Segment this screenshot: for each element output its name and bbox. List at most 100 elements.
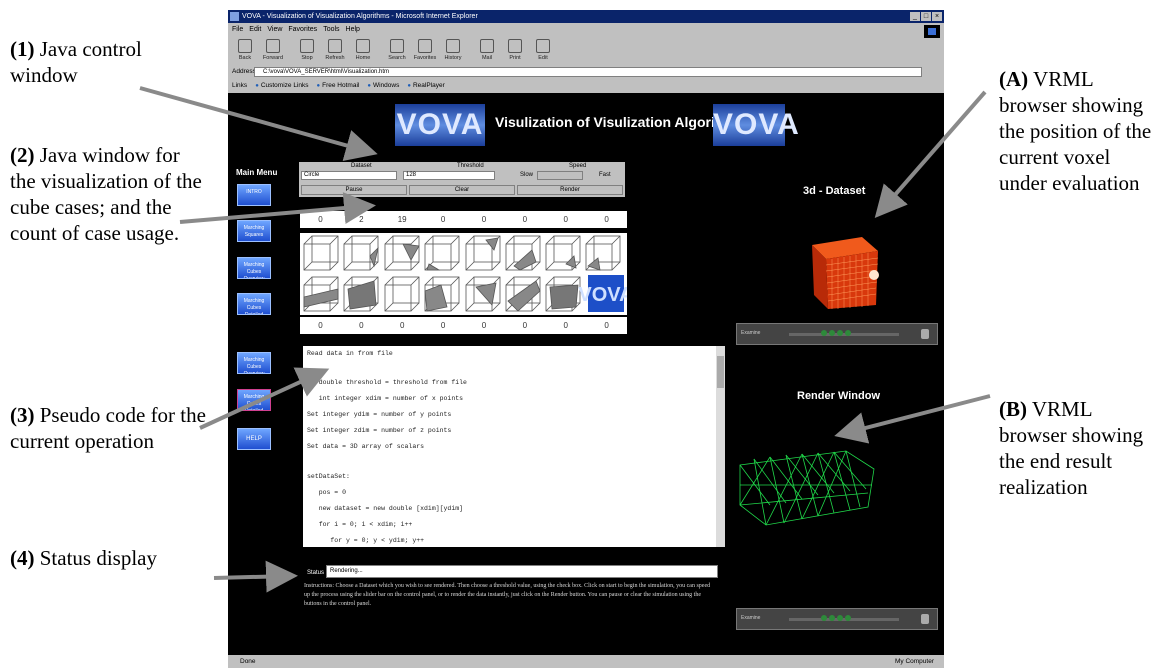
render-mesh (739, 450, 875, 526)
vrml-dataset-title: 3d - Dataset (803, 185, 866, 197)
vrml-nav-bar-bottom[interactable]: Examine (736, 608, 938, 630)
toolbar: Back Forward Stop Refresh Home Search Fa… (228, 36, 944, 64)
code-scrollbar[interactable] (716, 346, 725, 547)
forward-button[interactable]: Forward (260, 36, 286, 64)
annotation-a: (A) VRML browser showing the position of… (999, 66, 1154, 196)
instructions-text: Instructions: Choose a Dataset which you… (304, 583, 711, 607)
print-button[interactable]: Print (502, 36, 528, 64)
render-button[interactable]: Render (517, 185, 623, 195)
vrml-dataset-view[interactable] (806, 231, 888, 311)
menu-marching-squares-button[interactable]: Marching Squares (237, 220, 271, 242)
home-button[interactable]: Home (350, 36, 376, 64)
cube-case-icon (545, 235, 581, 271)
menu-file[interactable]: File (232, 24, 243, 35)
vova-logo-right: VOVA (713, 104, 799, 146)
pause-button[interactable]: Pause (301, 185, 407, 195)
link-windows[interactable]: Windows (367, 80, 399, 91)
menu-cubes-overview-2-button[interactable]: Marching Cubes Overview (237, 352, 271, 374)
case-count: 0 (440, 321, 446, 330)
vrml-nav-knob[interactable] (921, 614, 929, 624)
refresh-icon (328, 39, 342, 53)
fast-label: Fast (599, 172, 611, 178)
case-count: 0 (359, 321, 364, 330)
annotation-a-letter: (A) (999, 67, 1029, 91)
annotation-b-letter: (B) (999, 397, 1027, 421)
cube-case-icon (303, 235, 339, 271)
annotation-2-number: (2) (10, 143, 35, 167)
menu-cubes-detailed-button[interactable]: Marching Cubes Detailed (237, 293, 271, 315)
title-bar: VOVA - Visualization of Visualization Al… (228, 10, 944, 23)
minimize-button[interactable]: _ (910, 12, 920, 21)
code-line: new dataset = new double [xdim][ydim] (307, 505, 464, 512)
maximize-button[interactable]: □ (921, 12, 931, 21)
address-input[interactable]: C:\vova\VOVA_SERVER\html\Visualization.h… (254, 67, 922, 77)
cube-case-icon (545, 276, 581, 312)
back-icon (238, 39, 252, 53)
link-customize[interactable]: Customize Links (255, 80, 309, 91)
threshold-select[interactable]: 128 (403, 171, 495, 180)
case-count-row-top: 0 2 19 0 0 0 0 0 (300, 211, 627, 228)
menu-edit[interactable]: Edit (249, 24, 261, 35)
annotation-2: (2) Java window for the visualization of… (10, 142, 210, 246)
annotation-4: (4) Status display (10, 545, 225, 571)
links-bar: Links Customize Links Free Hotmail Windo… (228, 80, 944, 91)
java-control-panel: Dataset Threshold Speed Circle 128 Slow … (299, 162, 625, 197)
close-button[interactable]: × (932, 12, 942, 21)
history-icon (446, 39, 460, 53)
history-button[interactable]: History (440, 36, 466, 64)
back-button[interactable]: Back (232, 36, 258, 64)
vrml-nav-knob[interactable] (921, 329, 929, 339)
edit-button[interactable]: Edit (530, 36, 556, 64)
case-count: 19 (397, 215, 407, 224)
menu-cubes-detailed-2-button[interactable]: Marching Cubes Detailed (237, 389, 271, 411)
annotation-3-text: Pseudo code for the current operation (10, 403, 206, 453)
case-count: 0 (604, 215, 609, 224)
annotation-4-text: Status display (39, 546, 158, 570)
render-window-view[interactable] (736, 445, 878, 533)
mail-icon (480, 39, 494, 53)
case-count-row-bottom: 0 0 0 0 0 0 0 0 (300, 317, 627, 334)
vrml-nav-bar-top[interactable]: Examine (736, 323, 938, 345)
menu-cubes-overview-button[interactable]: Marching Cubes Overview (237, 257, 271, 279)
search-button[interactable]: Search (384, 36, 410, 64)
annotation-b: (B) VRML browser showing the end result … (999, 396, 1149, 500)
case-count: 0 (563, 215, 568, 224)
speed-slider[interactable] (537, 171, 583, 180)
favorites-icon (418, 39, 432, 53)
menu-help[interactable]: Help (346, 24, 360, 35)
menu-help-button[interactable]: HELP (237, 428, 271, 450)
forward-icon (266, 39, 280, 53)
case-count: 0 (604, 321, 609, 330)
cube-case-icon (303, 276, 339, 312)
annotation-1-number: (1) (10, 37, 35, 61)
browser-window: VOVA - Visualization of Visualization Al… (228, 10, 944, 668)
browser-status-left: Done (240, 658, 256, 665)
stop-button[interactable]: Stop (294, 36, 320, 64)
link-realplayer[interactable]: RealPlayer (407, 80, 445, 91)
case-count: 0 (522, 215, 528, 224)
vrml-nav-label: Examine (741, 330, 761, 336)
link-hotmail[interactable]: Free Hotmail (317, 80, 359, 91)
menu-intro-button[interactable]: INTRO (237, 184, 271, 206)
refresh-button[interactable]: Refresh (322, 36, 348, 64)
pseudo-code-panel[interactable]: Read data in from file double threshold … (303, 346, 725, 547)
case-count: 0 (440, 215, 446, 224)
edit-icon (536, 39, 550, 53)
menu-view[interactable]: View (267, 24, 282, 35)
address-label: Address (232, 68, 256, 75)
case-count: 0 (481, 215, 487, 224)
search-icon (390, 39, 404, 53)
page-banner: Visulization of Visulization Algorithms (495, 114, 749, 130)
mail-button[interactable]: Mail (474, 36, 500, 64)
menu-tools[interactable]: Tools (323, 24, 339, 35)
favorites-button[interactable]: Favorites (412, 36, 438, 64)
cube-case-icon (465, 235, 501, 271)
vrml-nav-buttons[interactable] (821, 615, 857, 623)
cube-case-icon (585, 235, 621, 271)
vrml-nav-buttons[interactable] (821, 330, 857, 338)
vova-logo-left: VOVA (395, 104, 485, 146)
code-scroll-thumb[interactable] (717, 356, 724, 388)
dataset-select[interactable]: Circle (301, 171, 397, 180)
menu-favorites[interactable]: Favorites (288, 24, 317, 35)
clear-button[interactable]: Clear (409, 185, 515, 195)
